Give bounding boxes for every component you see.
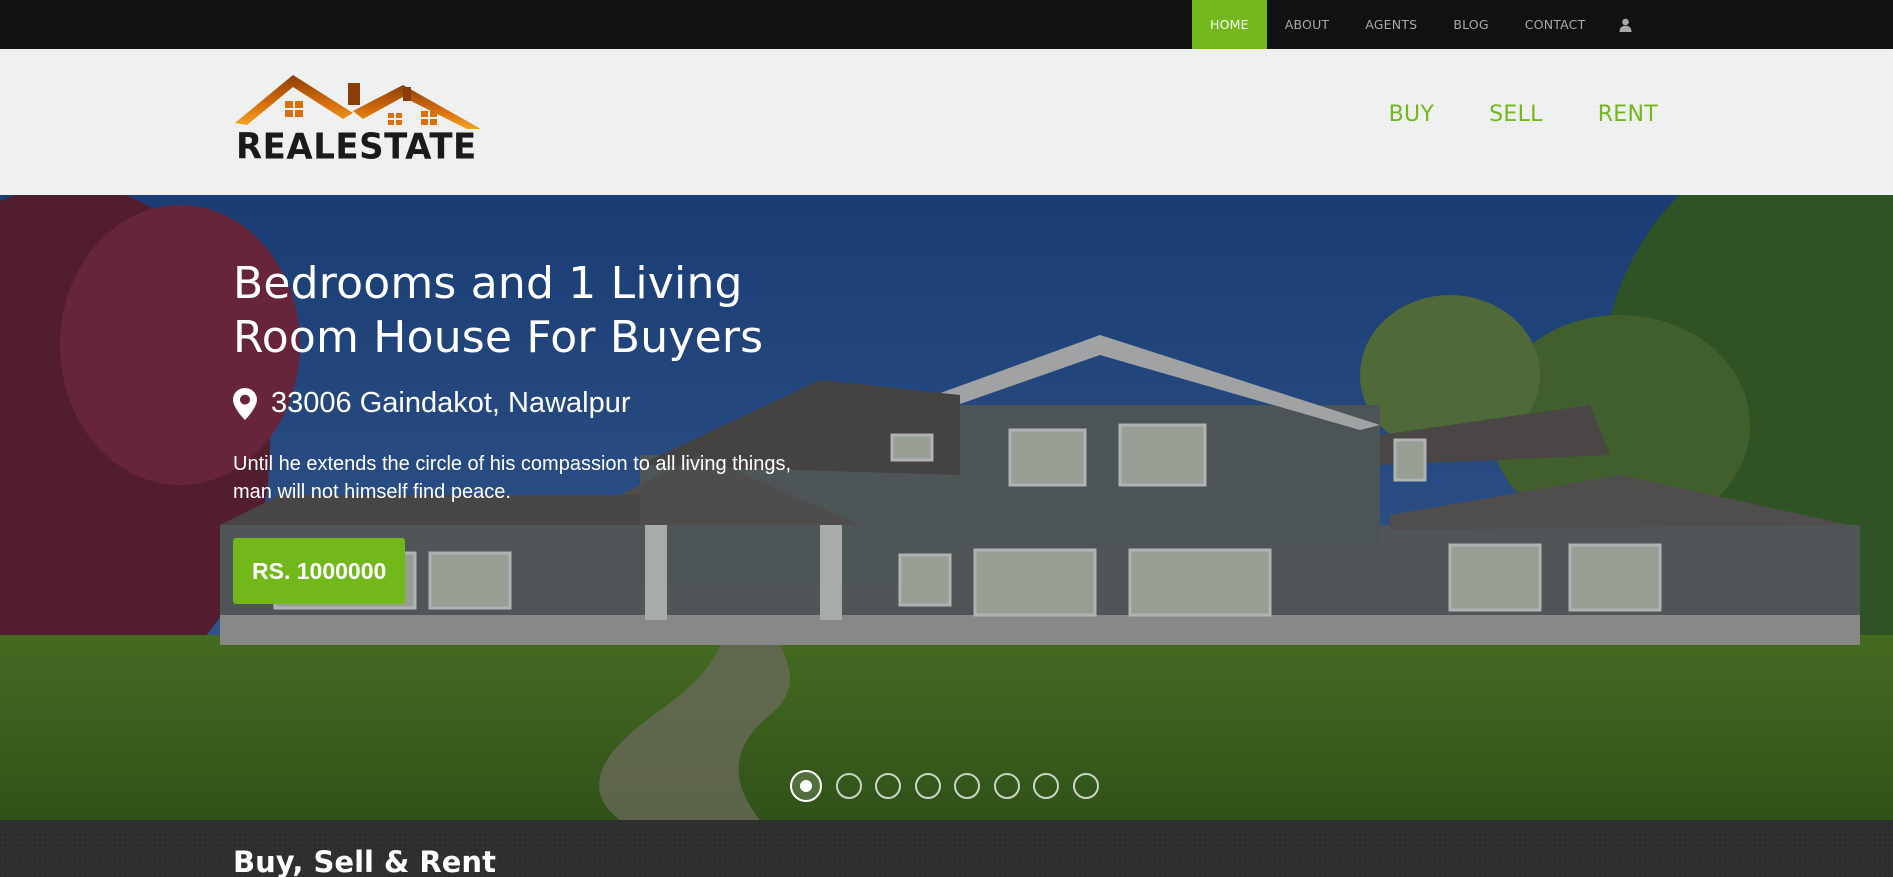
property-title-line-1: Bedrooms and 1 Living xyxy=(233,258,743,309)
services-section: Buy, Sell & Rent xyxy=(0,820,1893,877)
slider-dot-2[interactable] xyxy=(835,773,862,799)
site-header: REALESTATE BUY SELL RENT xyxy=(0,49,1893,195)
price-button[interactable]: RS. 1000000 xyxy=(233,538,406,604)
property-description: Until he extends the circle of his compa… xyxy=(233,453,792,503)
site-logo[interactable]: REALESTATE xyxy=(233,71,483,171)
user-icon xyxy=(1619,18,1632,32)
top-nav-about[interactable]: ABOUT xyxy=(1267,0,1348,49)
top-navigation: HOME ABOUT AGENTS BLOG CONTACT xyxy=(1192,0,1648,49)
slider-dot-4[interactable] xyxy=(914,773,941,799)
slider-dot-3[interactable] xyxy=(875,773,901,799)
property-title-line-2: Room House For Buyers xyxy=(233,312,764,363)
property-title: Bedrooms and 1 Living Room House For Buy… xyxy=(233,257,833,365)
user-account-link[interactable] xyxy=(1603,0,1648,49)
section-title: Buy, Sell & Rent xyxy=(233,845,496,877)
nav-buy[interactable]: BUY xyxy=(1389,102,1435,127)
top-nav-contact[interactable]: CONTACT xyxy=(1507,0,1604,49)
main-navigation: BUY SELL RENT xyxy=(1334,102,1658,127)
top-nav-home[interactable]: HOME xyxy=(1192,0,1267,49)
property-location-text: 33006 Gaindakot, Nawalpur xyxy=(271,387,631,419)
hero-caption: Bedrooms and 1 Living Room House For Buy… xyxy=(233,257,833,604)
map-pin-icon xyxy=(233,387,257,420)
nav-sell[interactable]: SELL xyxy=(1489,102,1543,127)
hero-slider: Bedrooms and 1 Living Room House For Buy… xyxy=(0,195,1893,820)
house-roof-logo-icon xyxy=(235,75,481,129)
property-location: 33006 Gaindakot, Nawalpur xyxy=(233,387,833,420)
top-nav-blog[interactable]: BLOG xyxy=(1435,0,1506,49)
slider-dot-6[interactable] xyxy=(993,773,1020,799)
logo-text: REALESTATE xyxy=(236,126,477,168)
slider-dot-8[interactable] xyxy=(1072,773,1099,799)
top-bar: HOME ABOUT AGENTS BLOG CONTACT xyxy=(0,0,1893,49)
slider-dot-5[interactable] xyxy=(954,773,980,799)
nav-rent[interactable]: RENT xyxy=(1598,102,1658,127)
slider-dot-7[interactable] xyxy=(1033,773,1059,799)
top-nav-agents[interactable]: AGENTS xyxy=(1347,0,1435,49)
slider-dot-1[interactable] xyxy=(790,770,822,802)
slider-pagination xyxy=(790,770,1112,802)
